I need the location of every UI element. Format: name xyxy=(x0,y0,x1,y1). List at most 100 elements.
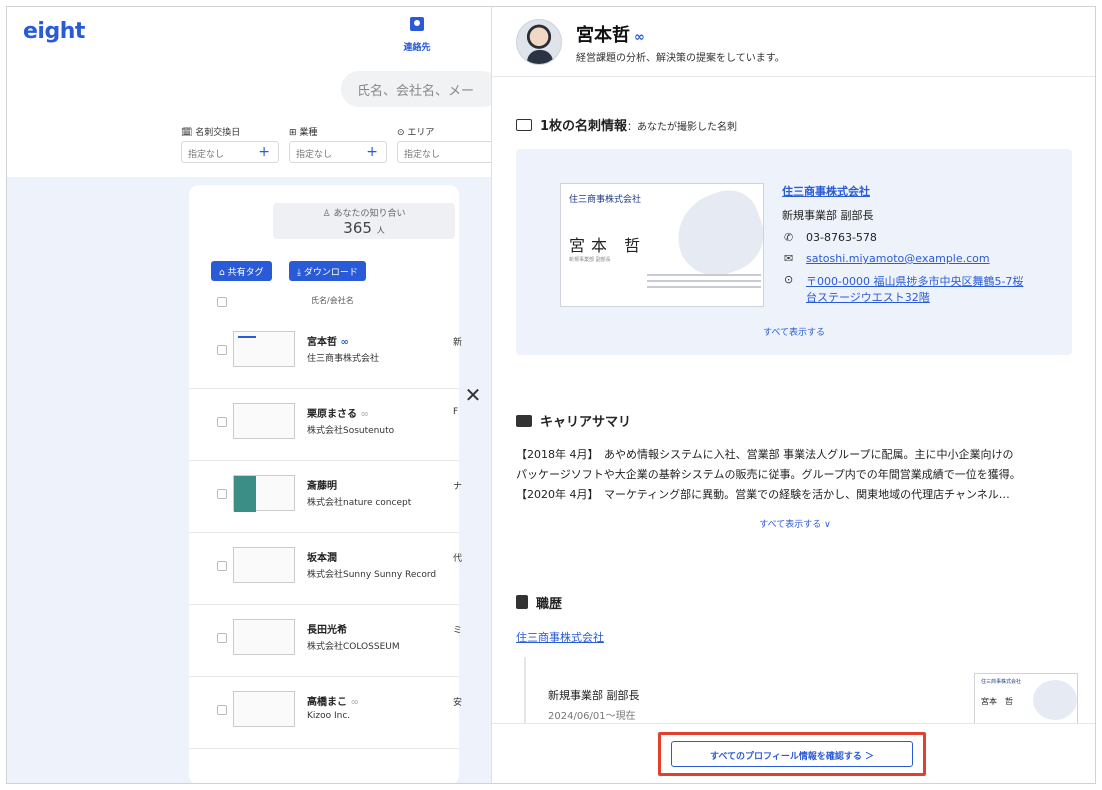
plus-icon[interactable]: + xyxy=(258,144,270,160)
row-company: 株式会社nature concept xyxy=(307,498,412,508)
row-checkbox[interactable] xyxy=(217,633,227,643)
acquaintance-label: ♙ あなたの知り合い xyxy=(322,209,406,219)
contact-list-panel: ♙ あなたの知り合い 365 人 ⌂ 共有タグ ⤓ ダウンロード 氏名/会社名 … xyxy=(189,185,463,783)
eight-logo[interactable]: eight xyxy=(23,19,85,44)
row-side-text: ミ xyxy=(453,626,463,636)
card-thumbnail xyxy=(233,331,295,367)
profile-bio: 経営課題の分析、解決策の提案をしています。 xyxy=(576,53,785,64)
profile-header: 宮本哲 ∞ 経営課題の分析、解決策の提案をしています。 xyxy=(492,7,1095,77)
acquaintance-count: 365 人 xyxy=(343,219,385,237)
card-details: 住三商事株式会社 新規事業部 副部長 ✆ 03-8763-578 ✉ satoshi… xyxy=(782,183,1062,305)
infinity-badge-icon: ∞ xyxy=(634,30,645,45)
career-summary-text: 【2018年 4月】 あやめ情報システムに入社、営業部 事業法人グループに配属。… xyxy=(516,448,1021,501)
phone-icon: ✆ xyxy=(784,231,794,244)
row-checkbox[interactable] xyxy=(217,417,227,427)
select-all-checkbox[interactable] xyxy=(217,297,227,307)
phone-line: ✆ 03-8763-578 xyxy=(784,231,877,244)
department: 新規事業部 副部長 xyxy=(782,209,874,222)
row-company: 株式会社Sunny Sunny Record xyxy=(307,570,437,580)
profile-drawer: 宮本哲 ∞ 経営課題の分析、解決策の提案をしています。 1枚の名刺情報：あなたが撮… xyxy=(491,7,1095,783)
business-card-image[interactable]: 住三商事株式会社 宮本 哲 新規事業部 副部長 xyxy=(560,183,764,307)
row-company: 株式会社Sosutenuto xyxy=(307,426,395,436)
filter-select[interactable]: 指定なし xyxy=(397,141,495,163)
card-thumbnail xyxy=(233,691,295,727)
row-name: 栗原まさる ∞ xyxy=(307,409,369,420)
app-frame: eight 連絡先 氏名、会社名、メー 🗓 名刺交換日 指定なし + ⊞ 業種 指… xyxy=(6,6,1096,784)
meishi-info-box: 住三商事株式会社 宮本 哲 新規事業部 副部長 住三商事株式会社 新規事業部 副… xyxy=(516,149,1072,355)
nav-contacts-label: 連絡先 xyxy=(403,43,431,53)
table-row[interactable]: 宮本哲 ∞ 住三商事株式会社 新 xyxy=(189,317,463,389)
filter-exchange-date: 🗓 名刺交換日 指定なし + xyxy=(181,125,281,163)
row-name: 高橋まこ ∞ xyxy=(307,697,359,708)
table-row[interactable]: 坂本潤 株式会社Sunny Sunny Record 代 xyxy=(189,533,463,605)
profile-name: 宮本哲 ∞ xyxy=(576,25,645,46)
filter-label: 🗓 名刺交換日 xyxy=(181,128,241,138)
table-row[interactable]: 栗原まさる ∞ 株式会社Sosutenuto F xyxy=(189,389,459,461)
table-row[interactable]: 高橋まこ ∞ Kizoo Inc. 安 xyxy=(189,677,463,749)
plus-icon[interactable]: + xyxy=(366,144,378,160)
career-section-title: キャリアサマリ xyxy=(516,411,631,430)
row-checkbox[interactable] xyxy=(217,489,227,499)
briefcase-icon xyxy=(516,415,532,427)
search-input[interactable]: 氏名、会社名、メー xyxy=(341,71,501,107)
show-all-link[interactable]: すべて表示する xyxy=(516,325,1072,338)
bird-logo-watermark xyxy=(1033,680,1077,720)
address-line[interactable]: ⊙ 〒000-0000 福山県捗多市中央区舞鶴5-7桜 台ステージウエスト32階 xyxy=(782,273,1062,305)
card-thumbnail xyxy=(233,547,295,583)
close-icon[interactable]: ✕ xyxy=(463,383,483,407)
filter-label: ⊞ 業種 xyxy=(289,128,318,138)
career-show-all-link[interactable]: すべて表示する ∨ xyxy=(492,517,1095,530)
row-side-text: 新 xyxy=(453,338,463,348)
history-section-title: 職歴 xyxy=(516,593,562,612)
drawer-footer: すべてのプロフィール情報を確認する ＞ xyxy=(492,723,1095,783)
profile-content[interactable]: 1枚の名刺情報：あなたが撮影した名刺 住三商事株式会社 宮本 哲 新規事業部 副… xyxy=(492,77,1095,723)
card-thumbnail xyxy=(233,475,295,512)
email-line[interactable]: ✉ satoshi.miyamoto@example.com xyxy=(782,252,1062,265)
contacts-icon xyxy=(410,17,424,31)
filter-select[interactable]: 指定なし + xyxy=(181,141,279,163)
mail-icon: ✉ xyxy=(784,252,794,265)
company-link[interactable]: 住三商事株式会社 xyxy=(782,183,1062,199)
avatar xyxy=(516,19,562,65)
row-side-text: 代 xyxy=(453,554,463,564)
card-title: 新規事業部 副部長 xyxy=(569,257,611,263)
history-role: 新規事業部 副部長 xyxy=(548,689,640,702)
history-period: 2024/06/01～現在 xyxy=(548,711,636,722)
table-row[interactable]: 斎藤明 株式会社nature concept ナ xyxy=(189,461,463,533)
building-icon xyxy=(516,595,528,609)
row-name: 宮本哲 ∞ xyxy=(307,337,349,348)
share-tag-button[interactable]: ⌂ 共有タグ xyxy=(211,261,272,281)
history-company-link[interactable]: 住三商事株式会社 xyxy=(516,629,604,645)
row-name: 斎藤明 xyxy=(307,481,337,492)
view-full-profile-button[interactable]: すべてのプロフィール情報を確認する ＞ xyxy=(671,741,913,767)
row-company: 住三商事株式会社 xyxy=(307,354,380,364)
row-checkbox[interactable] xyxy=(217,561,227,571)
row-side-text: F xyxy=(453,407,459,417)
acquaintance-summary: ♙ あなたの知り合い 365 人 xyxy=(273,203,455,239)
card-fine-print xyxy=(647,274,761,300)
history-card-thumbnail[interactable]: 住三商事株式会社 宮本 哲 xyxy=(974,673,1078,723)
timeline-line xyxy=(524,657,526,723)
meishi-section-title: 1枚の名刺情報：あなたが撮影した名刺 xyxy=(516,115,737,134)
card-company: 住三商事株式会社 xyxy=(981,679,1022,685)
card-thumbnail xyxy=(233,619,295,655)
nav-contacts-tab[interactable]: 連絡先 xyxy=(399,17,435,54)
filter-industry: ⊞ 業種 指定なし + xyxy=(289,125,389,163)
row-side-text: ナ xyxy=(453,482,463,492)
row-checkbox[interactable] xyxy=(217,705,227,715)
card-thumbnail xyxy=(233,403,295,439)
row-checkbox[interactable] xyxy=(217,345,227,355)
card-person-name: 宮本 哲 xyxy=(569,236,647,255)
filter-label: ⊙ エリア xyxy=(397,128,435,138)
card-person-name: 宮本 哲 xyxy=(981,697,1013,706)
row-side-text: 安 xyxy=(453,698,463,708)
filter-select[interactable]: 指定なし + xyxy=(289,141,387,163)
row-name: 長田光希 xyxy=(307,625,347,636)
table-row[interactable]: 長田光希 株式会社COLOSSEUM ミ xyxy=(189,605,463,677)
row-name: 坂本潤 xyxy=(307,553,337,564)
row-company: 株式会社COLOSSEUM xyxy=(307,642,400,652)
pin-icon: ⊙ xyxy=(784,273,794,286)
row-company: Kizoo Inc. xyxy=(307,711,351,721)
download-button[interactable]: ⤓ ダウンロード xyxy=(289,261,366,281)
filter-area: ⊙ エリア 指定なし xyxy=(397,125,497,163)
